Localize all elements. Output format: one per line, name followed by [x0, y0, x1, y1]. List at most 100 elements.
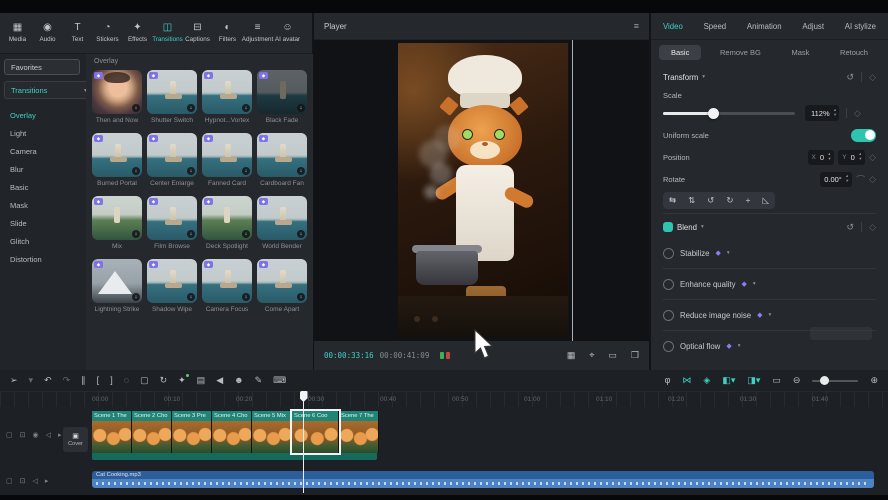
transition-tool-icon[interactable]: ↻ [160, 376, 168, 385]
ribbon-tab[interactable]: ≡ Adjustment [243, 22, 272, 44]
transition-item[interactable]: ◆ ↓ Mix [92, 196, 142, 250]
focus-icon[interactable]: ⌖ [589, 351, 594, 360]
sidebar-category[interactable]: Basic [4, 179, 82, 197]
chevron-down-icon[interactable]: ▾ [727, 250, 730, 256]
microphone-icon[interactable]: φ [665, 376, 671, 385]
reset-icon[interactable]: ↺ [847, 72, 855, 83]
mirror-icon[interactable]: ▤ [197, 376, 206, 385]
rotate-left-icon[interactable]: ↺ [707, 195, 714, 206]
rotate-right-icon[interactable]: ↻ [726, 195, 733, 206]
track-visibility-icon[interactable]: ◉ [33, 431, 39, 440]
ribbon-tab[interactable]: ☺ AI avatar [273, 22, 302, 44]
transition-item[interactable]: ◆ ↓ Shadow Wipe [147, 259, 197, 313]
reset-icon[interactable]: ↺ [847, 222, 855, 233]
player-menu-icon[interactable]: ≡ [634, 21, 639, 31]
delete-icon[interactable]: ◌ [124, 376, 129, 385]
transitions-dropdown[interactable]: Transitions ▾ [4, 81, 94, 99]
inspector-tab[interactable]: Animation [747, 22, 782, 31]
sidebar-category[interactable]: Distortion [4, 251, 82, 269]
audio-tool-icon[interactable]: ◀ [216, 376, 223, 385]
ratio-icon[interactable]: ▭ [608, 351, 617, 360]
fullscreen-icon[interactable]: ❒ [631, 351, 639, 360]
stepper-icon[interactable]: ▴▾ [828, 152, 830, 162]
auto-cut-icon[interactable]: ◈ [703, 376, 710, 385]
timeline-clip[interactable]: Scene 5 Mix [252, 411, 292, 453]
select-tool-icon[interactable]: ➢ [10, 376, 18, 385]
split-icon[interactable]: ∥ [81, 376, 86, 385]
undo-icon[interactable]: ↶ [44, 376, 52, 385]
crop-icon[interactable]: ▢ [140, 376, 149, 385]
playhead[interactable] [303, 391, 304, 493]
ribbon-tab[interactable]: ▦ Media [3, 22, 32, 44]
zoom-out-icon[interactable]: ⊖ [793, 376, 801, 385]
chevron-down-icon[interactable]: ▾ [738, 343, 741, 349]
stepper-icon[interactable]: ▴▾ [859, 152, 861, 162]
sidebar-category[interactable]: Light [4, 125, 82, 143]
timeline-clip[interactable]: Scene 3 Pre [172, 411, 212, 453]
keyframe-icon[interactable]: ◇ [869, 222, 876, 233]
position-x-field[interactable]: X 0 ▴▾ [808, 150, 835, 165]
keyframe-icon[interactable]: ◇ [869, 174, 876, 185]
uniform-scale-toggle[interactable] [851, 129, 876, 142]
preview-axis-icon[interactable]: ▭ [772, 376, 781, 385]
transition-item[interactable]: ◆ ↓ Fanned Card [202, 133, 252, 187]
inspector-subtab[interactable]: Remove BG [708, 45, 773, 60]
draw-tool-icon[interactable]: ✎ [255, 376, 263, 385]
feature-checkbox[interactable] [663, 310, 674, 321]
transition-item[interactable]: ◆ ↓ Then and Now [92, 70, 142, 124]
ribbon-tab[interactable]: T Text [63, 22, 92, 44]
transition-item[interactable]: ◆ ↓ Shutter Switch [147, 70, 197, 124]
transition-item[interactable]: ◆ ↓ Burned Portal [92, 133, 142, 187]
flip-horizontal-icon[interactable]: ⇆ [669, 195, 676, 206]
audio-sync-icon[interactable]: ◨▾ [747, 376, 760, 385]
ribbon-tab[interactable]: ◉ Audio [33, 22, 62, 44]
redo-icon[interactable]: ↷ [63, 376, 71, 385]
timeline-clip[interactable]: Scene 1 The [92, 411, 132, 453]
timeline-ruler[interactable]: 00:0000:1000:2000:3000:4000:5001:0001:10… [0, 392, 888, 407]
chevron-down-icon[interactable]: ▾ [753, 281, 756, 287]
trim-left-icon[interactable]: [ [97, 376, 100, 385]
slider-knob[interactable] [708, 108, 719, 119]
sidebar-category[interactable]: Slide [4, 215, 82, 233]
timeline-clip[interactable]: Scene 6 Coo [292, 411, 339, 453]
position-y-field[interactable]: Y 0 ▴▾ [838, 150, 865, 165]
skew-icon[interactable]: ◺ [762, 195, 769, 206]
keyframe-icon[interactable]: ◇ [869, 72, 876, 83]
timeline-clip[interactable]: Scene 4 Cho [212, 411, 252, 453]
timeline-clip[interactable]: Scene 7 The [339, 411, 379, 453]
flip-vertical-icon[interactable]: ⇅ [688, 195, 695, 206]
avatar-tool-icon[interactable]: ☻ [234, 376, 243, 385]
track-mute-icon[interactable]: ◁ [46, 431, 51, 440]
transition-item[interactable]: ◆ ↓ Film Browse [147, 196, 197, 250]
select-caret-icon[interactable]: ▾ [29, 376, 34, 385]
keyframe-icon[interactable]: ◇ [854, 108, 861, 119]
transition-item[interactable]: ◆ ↓ Center Enlarge [147, 133, 197, 187]
feature-checkbox[interactable] [663, 341, 674, 352]
center-align-icon[interactable]: + [746, 195, 751, 206]
sidebar-category[interactable]: Blur [4, 161, 82, 179]
transition-item[interactable]: ◆ ↓ Hypnot...Vortex [202, 70, 252, 124]
keyboard-icon[interactable]: ⌨ [273, 376, 286, 385]
feature-checkbox[interactable] [663, 248, 674, 259]
scale-slider[interactable] [663, 112, 795, 115]
stepper-icon[interactable]: ▴▾ [846, 174, 848, 184]
smart-tools-icon[interactable]: ◧▾ [722, 376, 735, 385]
scale-value-field[interactable]: 112% ▴▾ [805, 105, 839, 121]
stepper-icon[interactable]: ▴▾ [834, 108, 836, 118]
transition-item[interactable]: ◆ ↓ Deck Spotlight [202, 196, 252, 250]
chevron-down-icon[interactable]: ▾ [701, 224, 704, 230]
track-caret-icon[interactable]: ▸ [58, 431, 62, 440]
sidebar-category[interactable]: Overlay [4, 107, 82, 125]
timeline-zoom-slider[interactable] [812, 380, 858, 382]
feature-checkbox[interactable] [663, 279, 674, 290]
inspector-tab[interactable]: Video [663, 22, 683, 31]
rotate-dial-icon[interactable]: ⌒ [856, 173, 865, 186]
inspector-tab[interactable]: AI stylize [845, 22, 876, 31]
zoom-in-icon[interactable]: ⊕ [870, 376, 878, 385]
track-lock-icon[interactable]: ⊡ [20, 431, 26, 440]
transition-item[interactable]: ◆ ↓ Lightning Strike [92, 259, 142, 313]
trim-right-icon[interactable]: ] [110, 376, 113, 385]
ai-wand-icon[interactable]: ✦ [178, 376, 186, 385]
transition-item[interactable]: ◆ ↓ Camera Focus [202, 259, 252, 313]
inspector-subtab[interactable]: Retouch [828, 45, 880, 60]
